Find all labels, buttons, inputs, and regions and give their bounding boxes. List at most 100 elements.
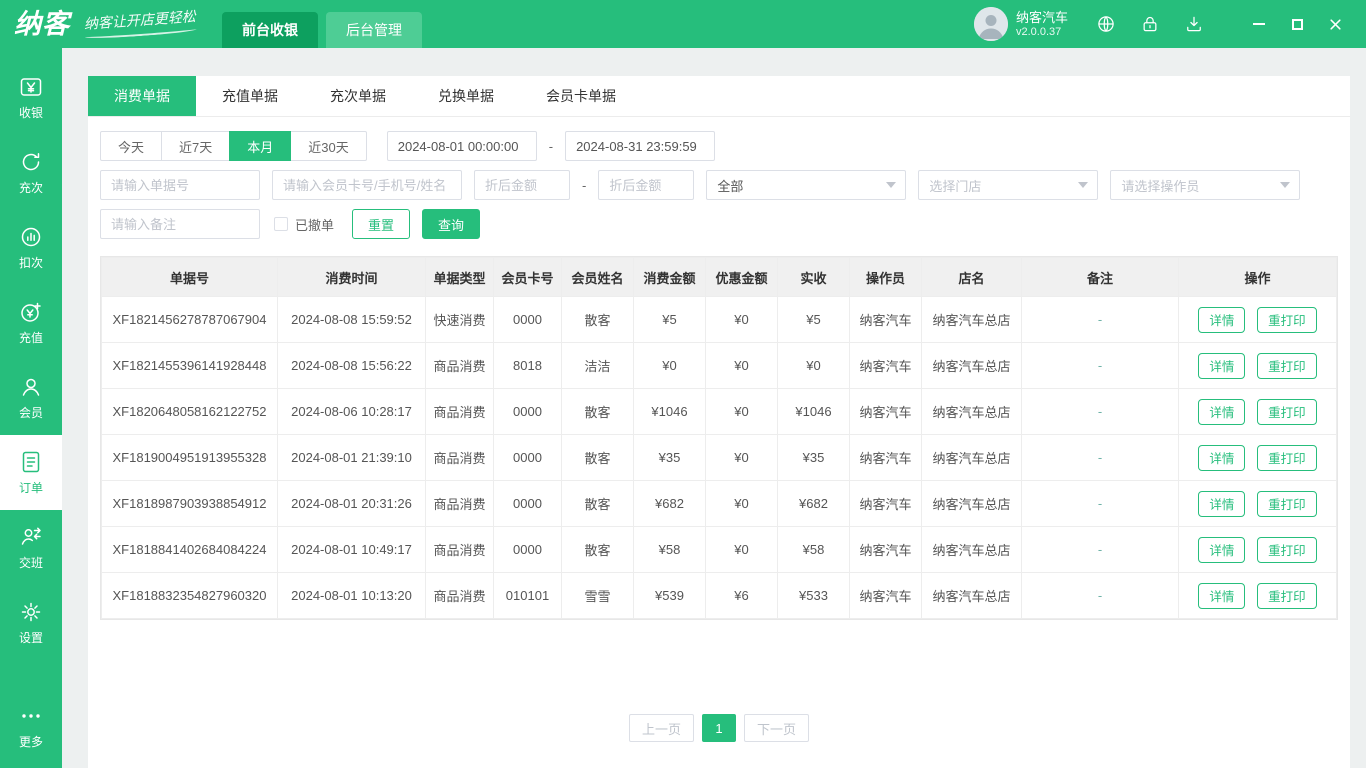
revoked-filter[interactable]: 已撤单 (274, 215, 334, 234)
quick-range-button[interactable]: 今天 (100, 131, 162, 161)
maximize-button[interactable] (1278, 8, 1316, 40)
cell-amount: ¥539 (634, 573, 706, 619)
topbar-right: 纳客汽车 v2.0.0.37 (974, 7, 1354, 41)
order-no-input[interactable] (100, 170, 260, 200)
reprint-button[interactable]: 重打印 (1257, 445, 1317, 471)
quick-range-button[interactable]: 近30天 (290, 131, 366, 161)
cell-discount: ¥0 (706, 435, 778, 481)
reprint-button[interactable]: 重打印 (1257, 537, 1317, 563)
cell-remark: - (1022, 343, 1179, 389)
doc-tab[interactable]: 充次单据 (304, 76, 412, 116)
sidebar-item-deduct-times[interactable]: 扣次 (0, 210, 62, 285)
member-icon (18, 374, 44, 400)
cashier-icon (18, 74, 44, 100)
close-button[interactable] (1316, 8, 1354, 40)
reset-button[interactable]: 重置 (352, 209, 410, 239)
cell-operator: 纳客汽车 (850, 481, 922, 527)
reprint-button[interactable]: 重打印 (1257, 353, 1317, 379)
cell-operator: 纳客汽车 (850, 573, 922, 619)
quick-range-button[interactable]: 近7天 (161, 131, 230, 161)
sidebar-item-orders[interactable]: 订单 (0, 435, 62, 510)
detail-button[interactable]: 详情 (1198, 353, 1245, 379)
table-row: XF1818987903938854912 2024-08-01 20:31:2… (102, 481, 1337, 527)
next-page-button[interactable]: 下一页 (744, 714, 809, 742)
cell-card-no: 0000 (494, 389, 562, 435)
doc-tab[interactable]: 消费单据 (88, 76, 196, 116)
doc-tab[interactable]: 充值单据 (196, 76, 304, 116)
cell-operator: 纳客汽车 (850, 343, 922, 389)
cell-store: 纳客汽车总店 (922, 527, 1022, 573)
start-datetime-input[interactable] (387, 131, 537, 161)
cell-order-no: XF1819004951913955328 (102, 435, 278, 481)
doc-tab[interactable]: 会员卡单据 (520, 76, 642, 116)
query-button[interactable]: 查询 (422, 209, 480, 239)
chevron-down-icon (1280, 182, 1290, 193)
minimize-button[interactable] (1240, 8, 1278, 40)
cell-member-name: 散客 (562, 389, 634, 435)
operator-select[interactable]: 请选择操作员 (1110, 170, 1300, 200)
sidebar-item-shift[interactable]: 交班 (0, 510, 62, 585)
cell-time: 2024-08-01 21:39:10 (278, 435, 426, 481)
cell-card-no: 0000 (494, 435, 562, 481)
detail-button[interactable]: 详情 (1198, 399, 1245, 425)
cell-member-name: 散客 (562, 481, 634, 527)
revoked-checkbox[interactable] (274, 217, 288, 231)
cell-amount: ¥35 (634, 435, 706, 481)
column-header: 会员卡号 (494, 258, 562, 297)
detail-button[interactable]: 详情 (1198, 537, 1245, 563)
sidebar-item-recharge-times[interactable]: 充次 (0, 135, 62, 210)
amount-max-input[interactable] (598, 170, 694, 200)
store-select[interactable]: 选择门店 (918, 170, 1098, 200)
doc-tab[interactable]: 兑换单据 (412, 76, 520, 116)
member-search-input[interactable] (272, 170, 462, 200)
cell-amount: ¥5 (634, 297, 706, 343)
order-type-select[interactable]: 全部 (706, 170, 906, 200)
globe-icon[interactable] (1096, 14, 1116, 34)
cell-actions: 详情 重打印 (1179, 527, 1337, 573)
cell-paid: ¥682 (778, 481, 850, 527)
cell-amount: ¥1046 (634, 389, 706, 435)
cell-actions: 详情 重打印 (1179, 435, 1337, 481)
amount-range-separator: - (582, 178, 586, 193)
sidebar-item-recharge[interactable]: 充值 (0, 285, 62, 360)
prev-page-button[interactable]: 上一页 (629, 714, 694, 742)
remark-input[interactable] (100, 209, 260, 239)
cell-member-name: 散客 (562, 297, 634, 343)
amount-min-input[interactable] (474, 170, 570, 200)
store-select-placeholder: 选择门店 (929, 176, 981, 195)
account-info[interactable]: 纳客汽车 v2.0.0.37 (974, 7, 1068, 41)
sidebar-item-more[interactable]: 更多 (0, 689, 62, 764)
detail-button[interactable]: 详情 (1198, 307, 1245, 333)
end-datetime-input[interactable] (565, 131, 715, 161)
reprint-button[interactable]: 重打印 (1257, 307, 1317, 333)
detail-button[interactable]: 详情 (1198, 445, 1245, 471)
tab-front-cashier[interactable]: 前台收银 (222, 12, 318, 48)
deduct-times-icon (18, 224, 44, 250)
cell-remark: - (1022, 527, 1179, 573)
reprint-button[interactable]: 重打印 (1257, 491, 1317, 517)
reprint-button[interactable]: 重打印 (1257, 583, 1317, 609)
sidebar-item-settings[interactable]: 设置 (0, 585, 62, 660)
lock-icon[interactable] (1140, 14, 1160, 34)
quick-range-button[interactable]: 本月 (229, 131, 291, 161)
detail-button[interactable]: 详情 (1198, 491, 1245, 517)
sidebar-item-members[interactable]: 会员 (0, 360, 62, 435)
sidebar-item-cashier[interactable]: 收银 (0, 60, 62, 135)
download-icon[interactable] (1184, 14, 1204, 34)
tab-backend-admin[interactable]: 后台管理 (326, 12, 422, 48)
reprint-button[interactable]: 重打印 (1257, 399, 1317, 425)
cell-type: 商品消费 (426, 343, 494, 389)
cell-actions: 详情 重打印 (1179, 481, 1337, 527)
cell-store: 纳客汽车总店 (922, 297, 1022, 343)
column-header: 实收 (778, 258, 850, 297)
brand-slogan: 纳客让开店更轻松 (83, 6, 197, 40)
detail-button[interactable]: 详情 (1198, 583, 1245, 609)
cell-operator: 纳客汽车 (850, 435, 922, 481)
cell-paid: ¥0 (778, 343, 850, 389)
revoked-label: 已撤单 (295, 215, 334, 234)
cell-discount: ¥6 (706, 573, 778, 619)
minimize-icon (1253, 23, 1265, 25)
chevron-down-icon (886, 182, 896, 193)
cell-time: 2024-08-01 10:49:17 (278, 527, 426, 573)
current-page-button[interactable]: 1 (702, 714, 736, 742)
